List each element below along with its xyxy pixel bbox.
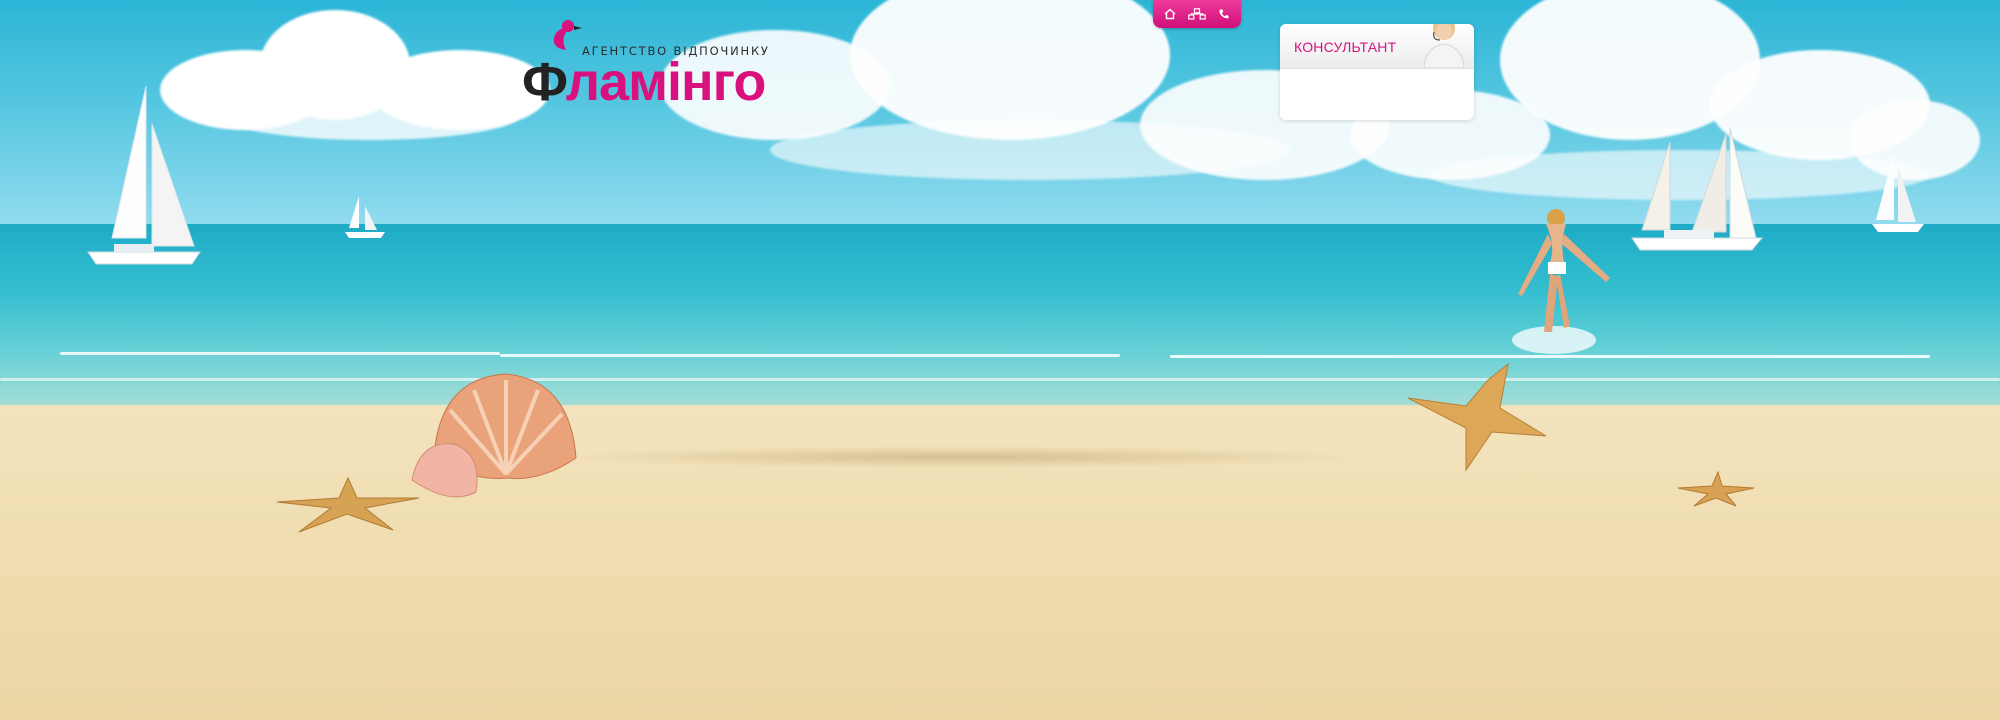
phone-icon (1219, 9, 1229, 19)
starfish-illustration (1677, 470, 1755, 507)
sailboat-illustration (87, 86, 201, 265)
consultant-title: КОНСУЛЬТАНТ (1294, 39, 1397, 55)
woman-running-illustration (1512, 209, 1610, 354)
wave (60, 352, 500, 355)
home-icon (1164, 8, 1176, 20)
starfish-illustration (1407, 362, 1547, 472)
contacts-button[interactable] (1214, 4, 1234, 24)
sailboat-illustration (345, 196, 385, 238)
home-button[interactable] (1160, 4, 1180, 24)
seashell-illustration (411, 373, 577, 498)
site-logo[interactable]: АГЕНТСТВО ВІДПОЧИНКУ Фламінго (522, 18, 782, 112)
sand-shadow (560, 446, 1360, 468)
consultant-avatar-icon (1423, 24, 1465, 68)
consultant-body (1280, 69, 1474, 120)
wave (0, 378, 2000, 381)
sitemap-button[interactable] (1187, 4, 1207, 24)
logo-wordmark-rest: ламінго (565, 52, 767, 112)
sea (0, 224, 2000, 424)
sailboat-illustration (1631, 128, 1764, 251)
starfish-illustration (276, 476, 420, 533)
consultant-widget[interactable]: КОНСУЛЬТАНТ (1280, 24, 1474, 120)
group-icon (1188, 8, 1206, 20)
consultant-header: КОНСУЛЬТАНТ (1280, 24, 1474, 69)
beach-background (0, 0, 2000, 720)
wave (500, 354, 1120, 357)
logo-initial: Ф (522, 52, 567, 112)
sailboat-illustration (1872, 152, 1924, 232)
top-nav (1153, 0, 1241, 28)
logo-wordmark: Фламінго (522, 52, 767, 112)
